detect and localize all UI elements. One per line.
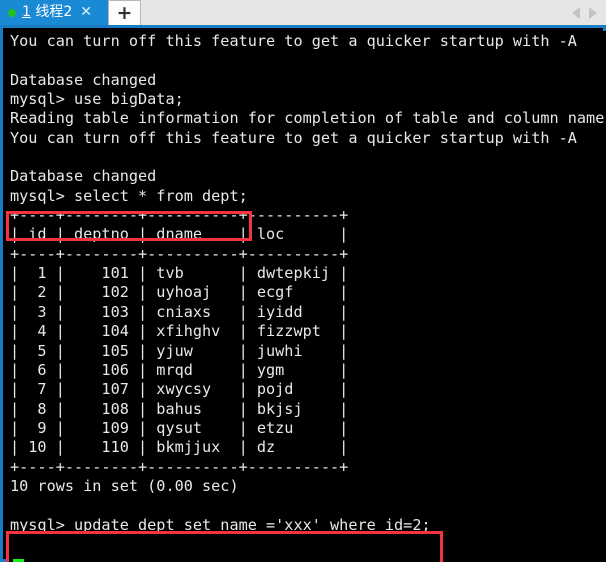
- tab-bar-spacer: [141, 0, 572, 25]
- close-icon[interactable]: ✕: [80, 0, 92, 25]
- terminal-screen[interactable]: You can turn off this feature to get a q…: [6, 31, 606, 562]
- tab-nav-arrows: [572, 0, 606, 25]
- update-statement-highlight: [6, 531, 443, 562]
- terminal-frame: You can turn off this feature to get a q…: [0, 25, 606, 562]
- tab-title-text: 线程2: [30, 4, 73, 20]
- new-tab-button[interactable]: +: [108, 0, 141, 25]
- terminal-output: You can turn off this feature to get a q…: [10, 32, 606, 534]
- tab-bar: 1 线程2 ✕ +: [0, 0, 606, 25]
- tab-thread2[interactable]: 1 线程2 ✕: [0, 0, 108, 25]
- tab-mnemonic: 1: [22, 4, 31, 20]
- chevron-left-icon[interactable]: [572, 6, 580, 19]
- chevron-right-icon[interactable]: [589, 6, 597, 19]
- tab-label: 1 线程2: [22, 0, 72, 25]
- terminal-window: 1 线程2 ✕ + You can turn off this feature …: [0, 0, 606, 562]
- connection-status-dot: [8, 8, 16, 17]
